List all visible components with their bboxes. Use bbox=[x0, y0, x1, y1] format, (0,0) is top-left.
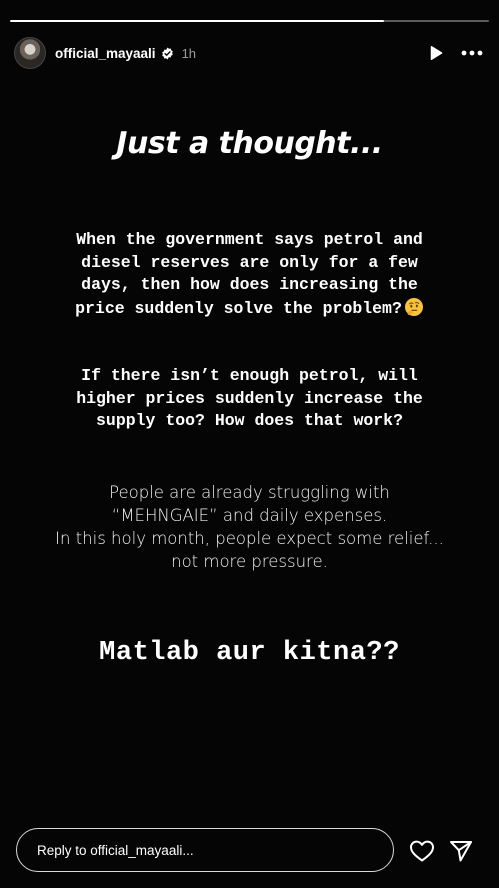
thinking-face-emoji bbox=[404, 297, 424, 317]
post-time: 1h bbox=[181, 45, 197, 61]
story-paragraph-2: If there isn’t enough petrol, will highe… bbox=[20, 365, 479, 433]
more-options-icon[interactable] bbox=[459, 40, 485, 66]
story-viewer[interactable]: official_mayaali 1h Just a thought... Wh… bbox=[0, 0, 499, 888]
paragraph-line: not more pressure. bbox=[171, 552, 328, 571]
paragraph-line: In this holy month, people expect some r… bbox=[55, 529, 444, 548]
paragraph-line: When the government says petrol and bbox=[76, 230, 423, 249]
paragraph-line: higher prices suddenly increase the bbox=[76, 388, 423, 408]
story-progress-fill bbox=[10, 20, 384, 22]
story-paragraph-3: People are already struggling with “MEHN… bbox=[0, 481, 499, 573]
avatar[interactable] bbox=[14, 37, 46, 69]
paragraph-line: diesel reserves are only for a few bbox=[81, 252, 418, 272]
story-progress-bar bbox=[10, 20, 489, 22]
username[interactable]: official_mayaali bbox=[55, 46, 156, 61]
send-icon[interactable] bbox=[447, 837, 475, 865]
reply-placeholder: Reply to official_mayaali... bbox=[37, 842, 194, 858]
story-closing-line: Matlab aur kitna?? bbox=[99, 638, 400, 668]
paragraph-line: “MEHNGAIE” and daily expenses. bbox=[111, 506, 388, 525]
story-paragraph-1: When the government says petrol and dies… bbox=[20, 229, 479, 320]
paragraph-line: days, then how does increasing the bbox=[81, 275, 418, 294]
story-header: official_mayaali 1h bbox=[14, 36, 485, 70]
reply-input[interactable]: Reply to official_mayaali... bbox=[16, 828, 394, 872]
verified-badge-icon bbox=[161, 47, 174, 60]
story-headline: Just a thought... bbox=[116, 126, 383, 161]
paragraph-line: supply too? How does that work? bbox=[96, 411, 403, 430]
heart-icon[interactable] bbox=[408, 837, 436, 865]
play-icon[interactable] bbox=[423, 40, 449, 66]
paragraph-line: price suddenly solve the problem? bbox=[75, 298, 402, 318]
paragraph-line: People are already struggling with bbox=[109, 483, 390, 502]
paragraph-line: If there isn’t enough petrol, will bbox=[81, 366, 418, 385]
